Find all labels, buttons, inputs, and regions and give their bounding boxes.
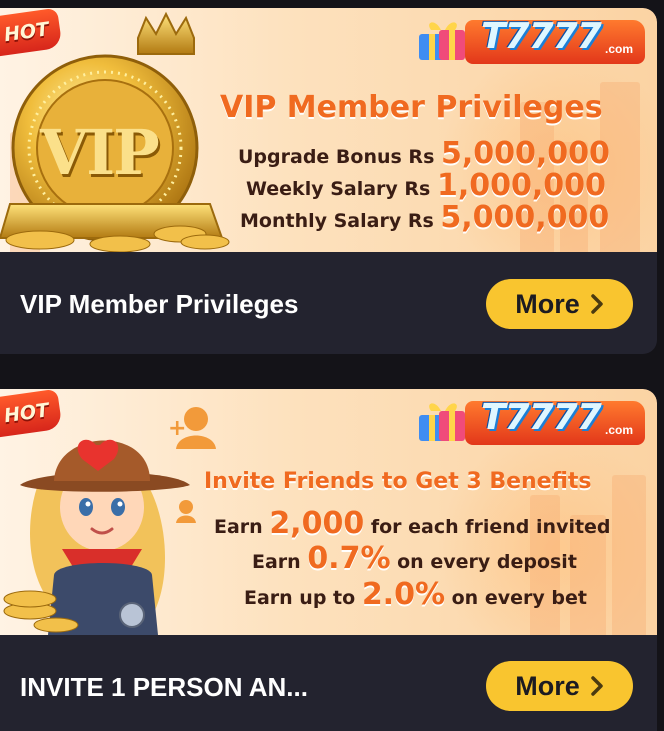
banner-line: Earn 0.7% on every deposit <box>252 541 577 576</box>
banner-title: Invite Friends to Get 3 Benefits <box>204 469 592 494</box>
line-suffix: on every deposit <box>390 551 577 573</box>
more-button[interactable]: More <box>486 279 633 329</box>
invite-promo-card[interactable]: + HOT T7777 .com Invite Friends to Get 3… <box>0 389 657 731</box>
banner-line: Monthly Salary Rs 5,000,000 <box>240 200 609 235</box>
vip-coin-label: VIP <box>40 116 160 189</box>
banner-title: VIP Member Privileges <box>220 90 603 125</box>
banner-line: Earn 2,000 for each friend invited <box>214 506 611 541</box>
more-button-label: More <box>515 670 580 701</box>
line-prefix: Weekly Salary Rs <box>246 178 437 200</box>
line-highlight: 2,000 <box>269 506 365 541</box>
brand-suffix: .com <box>605 42 634 56</box>
vip-promo-banner[interactable]: VIP HOT T7777 .com VIP Member Privileges… <box>0 8 657 252</box>
brand-name: T7777 <box>481 16 602 57</box>
vip-promo-card[interactable]: VIP HOT T7777 .com VIP Member Privileges… <box>0 8 657 354</box>
line-prefix: Monthly Salary Rs <box>240 210 441 232</box>
line-highlight: 0.7% <box>307 541 391 576</box>
line-prefix: Earn <box>252 551 308 573</box>
line-prefix: Earn <box>214 516 270 538</box>
line-suffix: on every bet <box>445 587 587 609</box>
more-button[interactable]: More <box>486 661 633 711</box>
banner-line: Earn up to 2.0% on every bet <box>244 577 587 612</box>
bg-building <box>612 475 646 635</box>
gift-box-icon <box>419 22 465 60</box>
line-highlight: 1,000,000 <box>436 168 606 203</box>
line-prefix: Earn up to <box>244 587 362 609</box>
brand-name: T7777 <box>481 397 602 438</box>
banner-line: Weekly Salary Rs 1,000,000 <box>246 168 606 203</box>
line-highlight: 2.0% <box>361 577 446 612</box>
card-caption: INVITE 1 PERSON AN... <box>20 672 308 702</box>
chevron-right-icon <box>591 294 603 314</box>
line-highlight: 5,000,000 <box>440 200 610 235</box>
brand-suffix: .com <box>605 423 634 437</box>
svg-text:+: + <box>168 416 186 441</box>
gift-box-icon <box>419 403 465 441</box>
brand-logo: T7777 .com <box>415 395 651 447</box>
invite-promo-banner[interactable]: + HOT T7777 .com Invite Friends to Get 3… <box>0 389 657 635</box>
card-caption: VIP Member Privileges <box>20 289 299 319</box>
line-highlight: 5,000,000 <box>441 136 610 171</box>
brand-logo: T7777 .com <box>415 14 651 66</box>
line-suffix: for each friend invited <box>364 516 611 538</box>
more-button-label: More <box>515 288 580 319</box>
chevron-right-icon <box>591 676 603 696</box>
banner-line: Upgrade Bonus Rs 5,000,000 <box>238 136 610 171</box>
line-prefix: Upgrade Bonus Rs <box>238 146 441 168</box>
